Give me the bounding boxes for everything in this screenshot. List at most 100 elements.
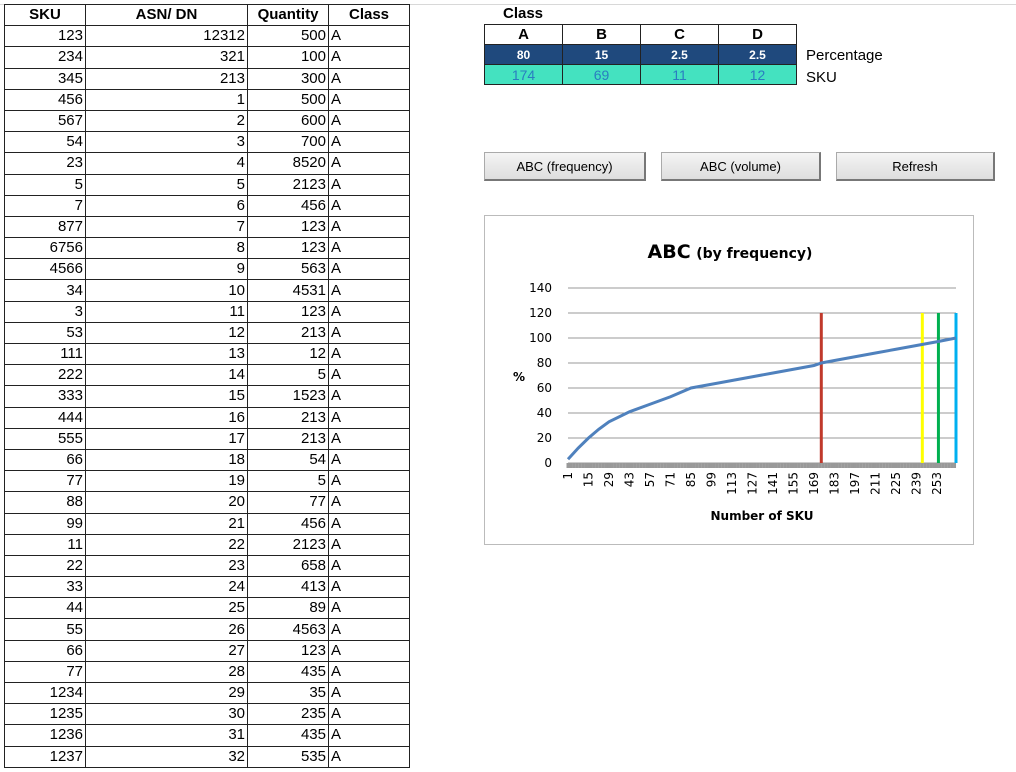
cell[interactable]: A	[328, 131, 410, 154]
cell[interactable]: 123	[247, 237, 329, 260]
cell[interactable]: 66	[4, 448, 86, 472]
cell[interactable]: 123	[247, 215, 329, 239]
cell[interactable]: 1237	[4, 745, 86, 768]
cell[interactable]: 4563	[247, 618, 329, 641]
cell[interactable]: 11	[85, 300, 248, 323]
cell[interactable]: A	[328, 321, 410, 345]
cell[interactable]: A	[328, 681, 410, 705]
cell[interactable]: A	[328, 385, 410, 408]
cell[interactable]: 11	[4, 533, 86, 556]
cell[interactable]: 535	[247, 745, 329, 768]
cell[interactable]: 53	[4, 321, 86, 345]
cell[interactable]: 77	[247, 491, 329, 514]
cell[interactable]: 23	[85, 554, 248, 578]
cell[interactable]: 24	[85, 576, 248, 599]
cell[interactable]: 300	[247, 67, 329, 90]
cell[interactable]: 5	[4, 173, 86, 196]
cell[interactable]: A	[328, 512, 410, 535]
cell[interactable]: 27	[85, 639, 248, 662]
class-sku-cell[interactable]: 11	[640, 64, 719, 85]
cell[interactable]: 321	[85, 46, 248, 69]
cell[interactable]: A	[328, 491, 410, 514]
cell[interactable]: 563	[247, 258, 329, 281]
cell[interactable]: A	[328, 576, 410, 599]
cell[interactable]: 123	[247, 300, 329, 323]
cell[interactable]: 4566	[4, 258, 86, 281]
cell[interactable]: 345	[4, 67, 86, 90]
cell[interactable]: 5	[247, 470, 329, 493]
cell[interactable]: A	[328, 639, 410, 662]
cell[interactable]: 456	[247, 194, 329, 217]
cell[interactable]: 18	[85, 448, 248, 472]
cell[interactable]: 16	[85, 406, 248, 429]
cell[interactable]: 13	[85, 342, 248, 366]
cell[interactable]: A	[328, 406, 410, 429]
cell[interactable]: 4	[85, 152, 248, 175]
class-percentage-cell[interactable]: 15	[562, 44, 641, 65]
cell[interactable]: A	[328, 597, 410, 620]
cell[interactable]: A	[328, 703, 410, 726]
cell[interactable]: 9	[85, 258, 248, 281]
cell[interactable]: A	[328, 364, 410, 387]
cell[interactable]: 1234	[4, 681, 86, 705]
cell[interactable]: A	[328, 25, 410, 48]
cell[interactable]: A	[328, 342, 410, 366]
cell[interactable]: 3	[4, 300, 86, 323]
cell[interactable]: 34	[4, 279, 86, 302]
abc-frequency-button[interactable]: ABC (frequency)	[484, 152, 646, 181]
cell[interactable]: 89	[247, 597, 329, 620]
class-percentage-cell[interactable]: 2.5	[640, 44, 719, 65]
cell[interactable]: 1235	[4, 703, 86, 726]
cell[interactable]: 22	[85, 533, 248, 556]
cell[interactable]: 600	[247, 109, 329, 133]
class-sku-cell[interactable]: 69	[562, 64, 641, 85]
cell[interactable]: A	[328, 427, 410, 450]
cell[interactable]: 6756	[4, 237, 86, 260]
cell[interactable]: 17	[85, 427, 248, 450]
cell[interactable]: 44	[4, 597, 86, 620]
cell[interactable]: A	[328, 470, 410, 493]
cell[interactable]: 5	[85, 173, 248, 196]
cell[interactable]: A	[328, 533, 410, 556]
cell[interactable]: 23	[4, 152, 86, 175]
column-header[interactable]: ASN/ DN	[85, 3, 248, 27]
cell[interactable]: 10	[85, 279, 248, 302]
class-percentage-cell[interactable]: 80	[484, 44, 563, 65]
cell[interactable]: 32	[85, 745, 248, 768]
class-classes-cell[interactable]: B	[562, 24, 641, 45]
cell[interactable]: 20	[85, 491, 248, 514]
cell[interactable]: 2123	[247, 173, 329, 196]
cell[interactable]: 567	[4, 109, 86, 133]
cell[interactable]: 435	[247, 660, 329, 684]
cell[interactable]: A	[328, 173, 410, 196]
class-percentage-cell[interactable]: 2.5	[718, 44, 797, 65]
abc-volume-button[interactable]: ABC (volume)	[661, 152, 821, 181]
cell[interactable]: 33	[4, 576, 86, 599]
cell[interactable]: A	[328, 109, 410, 133]
cell[interactable]: A	[328, 237, 410, 260]
cell[interactable]: A	[328, 46, 410, 69]
cell[interactable]: 444	[4, 406, 86, 429]
cell[interactable]: 4531	[247, 279, 329, 302]
cell[interactable]: 3	[85, 131, 248, 154]
cell[interactable]: 213	[247, 406, 329, 429]
cell[interactable]: 435	[247, 724, 329, 747]
cell[interactable]: 5	[247, 364, 329, 387]
cell[interactable]: A	[328, 554, 410, 578]
class-classes-cell[interactable]: D	[718, 24, 797, 45]
cell[interactable]: 213	[247, 321, 329, 345]
cell[interactable]: 12	[247, 342, 329, 366]
cell[interactable]: 28	[85, 660, 248, 684]
cell[interactable]: 12312	[85, 25, 248, 48]
cell[interactable]: 14	[85, 364, 248, 387]
cell[interactable]: 500	[247, 25, 329, 48]
cell[interactable]: 877	[4, 215, 86, 239]
cell[interactable]: 2123	[247, 533, 329, 556]
cell[interactable]: 22	[4, 554, 86, 578]
cell[interactable]: A	[328, 448, 410, 472]
cell[interactable]: A	[328, 194, 410, 217]
cell[interactable]: A	[328, 215, 410, 239]
cell[interactable]: 1236	[4, 724, 86, 747]
cell[interactable]: 55	[4, 618, 86, 641]
cell[interactable]: 100	[247, 46, 329, 69]
